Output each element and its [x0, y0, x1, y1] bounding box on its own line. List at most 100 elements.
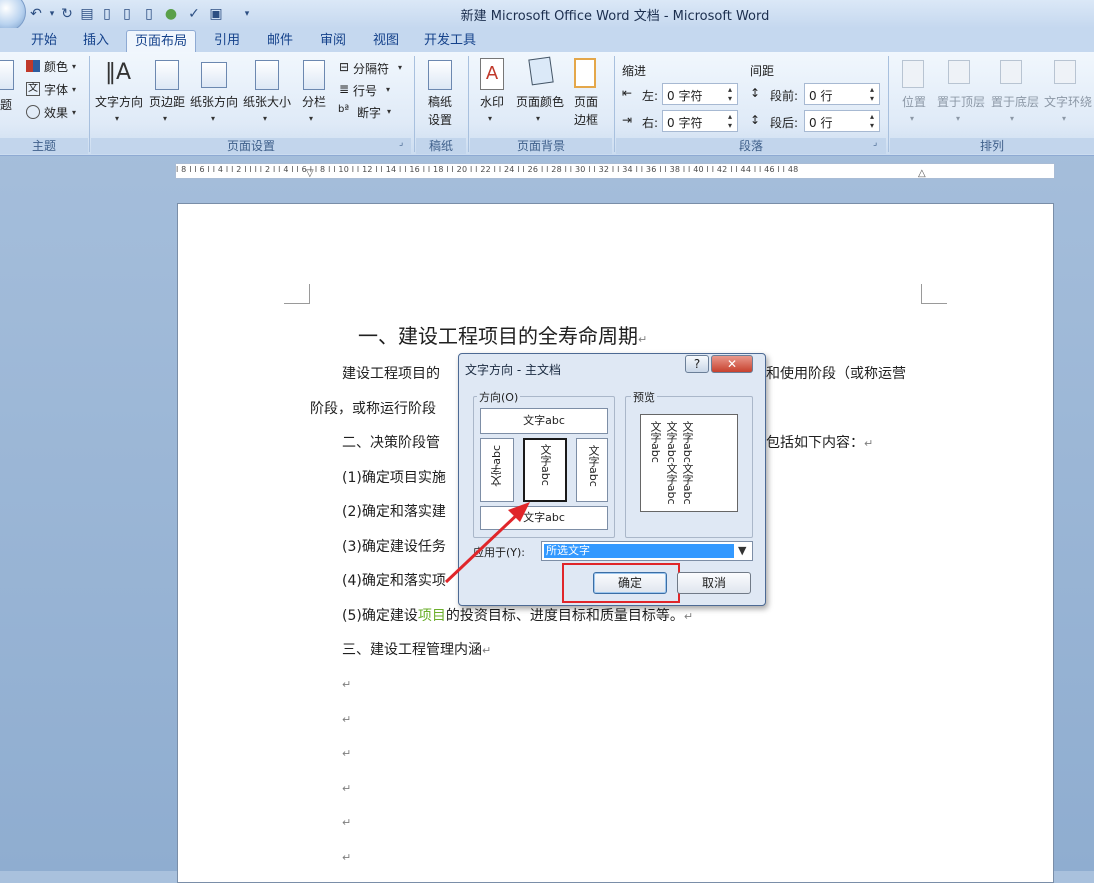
spinner-arrows-icon[interactable]: ▴ ▾ — [870, 112, 874, 130]
tab-references[interactable]: 引用 — [205, 30, 249, 52]
bring-to-front-button[interactable]: 置于顶层 — [934, 94, 988, 110]
tab-review[interactable]: 审阅 — [311, 30, 355, 52]
margins-icon[interactable] — [155, 60, 179, 90]
themes-icon[interactable] — [0, 60, 14, 90]
tab-mailings[interactable]: 邮件 — [258, 30, 302, 52]
first-indent-marker-icon[interactable]: ▽ — [306, 168, 314, 179]
watermark-icon[interactable]: A — [480, 58, 504, 90]
indent-left-input[interactable]: 0 字符 — [662, 83, 738, 105]
manuscript-setting-button-line2[interactable]: 设置 — [416, 112, 464, 128]
wrap-text-icon[interactable] — [1054, 60, 1076, 84]
preview-label: 预览 — [631, 389, 657, 405]
send-to-back-icon[interactable] — [1000, 60, 1022, 84]
undo-dropdown-icon[interactable]: ▾ — [46, 4, 58, 24]
cancel-button[interactable]: 取消 — [677, 572, 751, 594]
title-bar: ↶ ▾ ↻ ▤ ▯ ▯ ▯ ● ✓ ▣ ▾ 新建 Microsoft Offic… — [0, 0, 1094, 32]
spacing-before-icon: ↕ — [750, 86, 761, 100]
new-doc-icon[interactable]: ▯ — [118, 4, 136, 24]
send-to-back-button[interactable]: 置于底层 — [988, 94, 1042, 110]
direction-option-horizontal[interactable]: 文字abc — [480, 408, 608, 434]
margin-corner-marker — [284, 284, 310, 304]
orientation-icon[interactable] — [201, 62, 227, 88]
open-doc-icon[interactable]: ▯ — [140, 4, 158, 24]
paragraph-mark: ↵ — [638, 333, 648, 346]
page-borders-button[interactable]: 页面 — [568, 94, 604, 110]
close-button[interactable]: ✕ — [711, 355, 753, 373]
paragraph-mark: ↵ — [342, 851, 352, 864]
help-button[interactable]: ? — [685, 355, 709, 373]
spelling-icon[interactable]: ✓ — [184, 4, 204, 24]
save-icon[interactable]: ▣ — [206, 4, 226, 24]
direction-option-vertical-right[interactable]: 文字abc — [576, 438, 608, 502]
tab-home[interactable]: 开始 — [22, 30, 66, 52]
indent-right-input[interactable]: 0 字符 — [662, 110, 738, 132]
theme-colors-button[interactable]: 颜色 — [44, 58, 68, 75]
breaks-button[interactable]: 分隔符 — [353, 60, 389, 77]
print-icon[interactable]: ▤ — [78, 4, 96, 24]
spinner-arrows-icon[interactable]: ▴ ▾ — [870, 85, 874, 103]
size-icon[interactable] — [255, 60, 279, 90]
right-indent-marker-icon[interactable]: △ — [918, 168, 926, 179]
customize-qat-icon[interactable]: ▾ — [240, 4, 254, 24]
horizontal-ruler[interactable]: l 8 l l 6 l l 4 l l 2 l l l l 2 l l 4 l … — [175, 163, 1055, 179]
dialog-launcher-icon[interactable]: ⌟ — [399, 138, 403, 148]
doc-paragraph-3-end: 包括如下内容：↵ — [766, 432, 873, 452]
spacing-after-input[interactable]: 0 行 — [804, 110, 880, 132]
baidu-watermark: Baidu经验 jingyan.baidu.com — [838, 748, 1088, 858]
undo-icon[interactable]: ↶ — [24, 4, 48, 24]
doc-heading-3: 三、建设工程管理内涵↵ — [342, 639, 491, 659]
position-icon[interactable] — [902, 60, 924, 88]
dialog-launcher-icon[interactable]: ⌟ — [873, 138, 877, 148]
margins-button[interactable]: 页边距 — [147, 94, 187, 110]
manuscript-icon[interactable] — [428, 60, 452, 90]
chevron-down-icon[interactable]: ▼ — [738, 544, 746, 557]
line-numbers-button[interactable]: 行号 — [353, 82, 377, 99]
page-borders-button-line2[interactable]: 边框 — [568, 112, 604, 128]
themes-label[interactable]: 题 — [0, 96, 12, 113]
page-color-button[interactable]: 页面颜色 — [514, 94, 566, 110]
chevron-down-icon: ▾ — [163, 114, 168, 123]
indent-right-label: 右: — [642, 116, 659, 130]
chevron-down-icon: ▾ — [386, 85, 391, 94]
spinner-arrows-icon[interactable]: ▴ ▾ — [728, 112, 732, 130]
theme-effects-button[interactable]: 效果 — [44, 104, 68, 121]
spinner-arrows-icon[interactable]: ▴ ▾ — [728, 85, 732, 103]
annotation-arrow-line — [444, 508, 524, 584]
spacing-before-input[interactable]: 0 行 — [804, 83, 880, 105]
text-direction-button[interactable]: 文字方向 — [93, 94, 145, 110]
tab-developer[interactable]: 开发工具 — [418, 30, 482, 52]
doc-list-item-3: (3)确定建设任务 — [342, 539, 446, 555]
apply-to-select[interactable]: 所选文字 ▼ — [541, 541, 753, 561]
theme-fonts-button[interactable]: 字体 — [44, 81, 68, 98]
size-button[interactable]: 纸张大小 — [241, 94, 293, 110]
manuscript-setting-button[interactable]: 稿纸 — [416, 94, 464, 110]
chevron-down-icon: ▾ — [263, 114, 268, 123]
orientation-button[interactable]: 纸张方向 — [189, 94, 239, 110]
group-separator — [468, 56, 469, 152]
bring-to-front-icon[interactable] — [948, 60, 970, 84]
ok-button[interactable]: 确定 — [593, 572, 667, 594]
page-color-icon[interactable] — [528, 56, 554, 86]
tab-view[interactable]: 视图 — [364, 30, 408, 52]
doc-heading-1-text: 一、建设工程项目的全寿命周期 — [358, 324, 638, 348]
position-button[interactable]: 位置 — [894, 94, 934, 110]
paragraph-mark: ↵ — [342, 678, 352, 691]
doc-list-item-5-link[interactable]: 项目 — [418, 608, 446, 624]
line-numbers-icon: ≣ — [339, 82, 350, 96]
columns-button[interactable]: 分栏 — [297, 94, 331, 110]
print-preview-icon[interactable]: ▯ — [98, 4, 116, 24]
spacing-after-label: 段后: — [770, 116, 799, 130]
columns-icon[interactable] — [303, 60, 325, 90]
hyphenation-icon: bª — [338, 104, 350, 115]
watermark-button[interactable]: 水印 — [474, 94, 510, 110]
text-direction-icon[interactable]: ‖A — [103, 58, 133, 88]
redo-icon[interactable]: ↻ — [58, 4, 76, 24]
chevron-down-icon: ▾ — [72, 62, 77, 71]
indent-right-icon: ⇥ — [622, 113, 633, 127]
tab-insert[interactable]: 插入 — [74, 30, 118, 52]
tab-page-layout[interactable]: 页面布局 — [126, 30, 196, 52]
wrap-text-button[interactable]: 文字环绕 — [1042, 94, 1094, 110]
page-borders-icon[interactable] — [574, 58, 596, 88]
hyphenation-button[interactable]: 断字 — [357, 104, 381, 121]
green-circle-icon[interactable]: ● — [162, 4, 180, 24]
